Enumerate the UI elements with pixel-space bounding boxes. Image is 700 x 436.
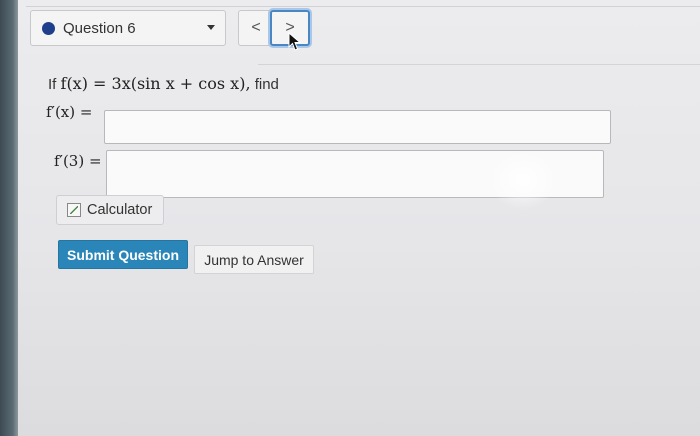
function-expression: f(x) = 3x(sin x + cos x), (60, 74, 251, 93)
question-prompt: If f(x) = 3x(sin x + cos x), find (48, 74, 279, 93)
derivative-answer-input[interactable] (104, 110, 611, 144)
question-page: Question 6 < > If f(x) = 3x(sin x + cos … (18, 0, 700, 436)
calculator-button[interactable]: Calculator (56, 195, 164, 225)
jump-to-answer-button[interactable]: Jump to Answer (194, 245, 314, 274)
derivative-label-text: f′(x) = (46, 103, 93, 121)
derivative-label: f′(x) = (46, 103, 92, 121)
derivative-at-3-label-text: f′(3) = (54, 152, 102, 170)
previous-question-button[interactable]: < (238, 10, 274, 46)
calculator-label: Calculator (87, 202, 153, 218)
chevron-left-icon: < (251, 19, 261, 36)
screen-glare (488, 150, 558, 210)
prompt-suffix: find (254, 76, 279, 93)
derivative-at-3-label: f′(3) = (54, 152, 102, 170)
question-label: Question 6 (63, 19, 136, 37)
header-divider-lower (258, 64, 700, 65)
monitor-bezel (0, 0, 18, 436)
question-select[interactable]: Question 6 (30, 10, 226, 46)
calculator-icon (67, 203, 81, 217)
mouse-cursor-icon (288, 32, 302, 51)
chevron-down-icon (207, 25, 215, 30)
submit-question-button[interactable]: Submit Question (58, 240, 188, 269)
header-divider (26, 6, 700, 7)
question-status-dot (42, 21, 55, 35)
prompt-prefix: If (48, 76, 57, 93)
